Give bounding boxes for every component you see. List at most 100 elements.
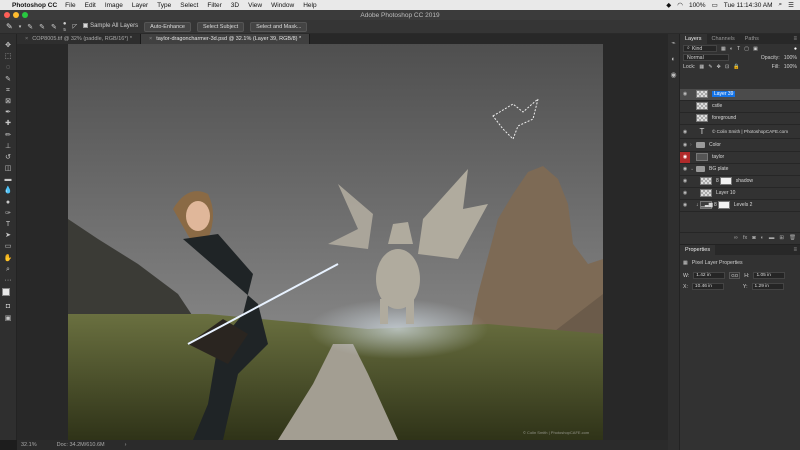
doc-size[interactable]: Doc: 34.2M/610.6M <box>57 442 105 448</box>
menu-file[interactable]: File <box>65 2 75 9</box>
new-adjustment-icon[interactable]: ◐ <box>761 235 764 241</box>
healing-brush-tool-icon[interactable]: ✚ <box>3 120 13 128</box>
fill-value[interactable]: 100% <box>784 64 797 70</box>
filter-toggle-icon[interactable]: ● <box>794 46 797 52</box>
select-subject-button[interactable]: Select Subject <box>196 21 245 32</box>
color-swatches[interactable] <box>2 288 14 301</box>
quick-mask-icon[interactable]: ◘ <box>3 303 13 311</box>
battery-icon[interactable]: ▭ <box>712 1 718 9</box>
link-layers-icon[interactable]: ∞ <box>734 235 738 241</box>
edit-toolbar-icon[interactable]: ··· <box>3 277 13 285</box>
layer-row-layer-10[interactable]: ◉ Layer 10 <box>680 188 800 200</box>
layer-row-taylor[interactable]: ◉ taylor <box>680 151 800 164</box>
minimize-window-button[interactable] <box>13 12 19 18</box>
blend-mode-dropdown[interactable]: Normal <box>683 54 729 61</box>
filter-kind-dropdown[interactable]: ⌕ Kind <box>683 45 717 52</box>
frame-tool-icon[interactable]: ⊠ <box>3 98 13 106</box>
marquee-tool-icon[interactable]: ⬚ <box>3 53 13 61</box>
fx-icon[interactable]: fx <box>743 235 747 241</box>
menu-help[interactable]: Help <box>303 2 316 9</box>
close-tab-icon[interactable]: × <box>25 36 28 42</box>
lasso-tool-icon[interactable]: ◌ <box>3 64 13 72</box>
close-tab-icon[interactable]: × <box>149 36 152 42</box>
adjustments-panel-icon[interactable]: ◐ <box>670 56 678 64</box>
layer-row-cstle[interactable]: cstle <box>680 101 800 113</box>
subtract-from-selection-icon[interactable]: ✎ <box>51 23 57 31</box>
layer-row-layer-39[interactable]: ◉ Layer 39 <box>680 89 800 101</box>
crop-tool-icon[interactable]: ⌗ <box>3 87 13 95</box>
new-group-icon[interactable]: ▬ <box>769 235 775 241</box>
visibility-eye-icon[interactable]: ◉ <box>680 129 690 135</box>
layer-name[interactable]: Layer 10 <box>716 190 735 196</box>
x-field[interactable]: 10.46 in <box>691 283 724 290</box>
visibility-eye-icon[interactable]: ◉ <box>680 166 690 172</box>
rectangle-tool-icon[interactable]: ▭ <box>3 243 13 251</box>
foreground-color-swatch[interactable] <box>2 288 10 297</box>
tab-layers[interactable]: Layers <box>680 34 707 44</box>
menu-window[interactable]: Window <box>271 2 294 9</box>
filter-pixel-icon[interactable]: ▦ <box>721 46 726 52</box>
visibility-eye-icon[interactable]: ◉ <box>680 91 690 97</box>
filter-smart-icon[interactable]: ▣ <box>753 46 758 52</box>
layer-name[interactable]: Color <box>709 142 721 148</box>
notification-center-icon[interactable]: ☰ <box>788 1 794 9</box>
dropbox-icon[interactable]: ◆ <box>666 1 671 9</box>
layer-name[interactable]: taylor <box>712 154 724 160</box>
layer-row-color-group[interactable]: ◉ › Color <box>680 140 800 152</box>
brush-tool-icon[interactable]: ✏ <box>3 132 13 140</box>
sample-all-layers-option[interactable]: Sample All Layers <box>83 23 138 30</box>
visibility-eye-icon[interactable]: ◉ <box>680 178 690 184</box>
add-mask-icon[interactable]: ◙ <box>752 235 755 241</box>
dodge-tool-icon[interactable]: ● <box>3 199 13 207</box>
panel-menu-icon[interactable]: ≡ <box>793 247 800 253</box>
layer-row-foreground[interactable]: foreground <box>680 113 800 125</box>
tab-properties[interactable]: Properties <box>680 245 716 255</box>
layer-name[interactable]: foreground <box>712 115 736 121</box>
angle-icon[interactable]: ◸ <box>72 23 77 30</box>
menu-layer[interactable]: Layer <box>132 2 148 9</box>
visibility-eye-icon[interactable]: ◉ <box>680 202 690 208</box>
tab-taylor-dragoncharmer[interactable]: × taylor-dragoncharmer-3d.psd @ 32.1% (La… <box>140 34 311 44</box>
eyedropper-tool-icon[interactable]: ✒ <box>3 109 13 117</box>
blur-tool-icon[interactable]: 💧 <box>3 187 13 195</box>
layer-name[interactable]: © Colin Smith | PhotoshopCAFE.com <box>712 129 788 134</box>
chain-link-icon[interactable]: 8 <box>714 202 717 208</box>
new-selection-icon[interactable]: ✎ <box>27 23 33 31</box>
layer-name[interactable]: cstle <box>712 103 722 109</box>
layer-mask-thumbnail[interactable] <box>717 201 730 210</box>
tab-channels[interactable]: Channels <box>707 34 740 44</box>
auto-enhance-button[interactable]: Auto-Enhance <box>144 21 191 32</box>
close-window-button[interactable] <box>4 12 10 18</box>
sample-all-layers-checkbox[interactable] <box>83 23 89 29</box>
tab-cop8005[interactable]: × COP8005.tif @ 32% (paddle, RGB/16*) * <box>17 34 141 44</box>
height-field[interactable]: 1.05 in <box>753 272 786 279</box>
layer-row-shadow[interactable]: ◉ 8 shadow <box>680 176 800 188</box>
wifi-icon[interactable]: ◠ <box>677 1 683 9</box>
preset-dropdown-icon[interactable]: ▾ <box>19 24 22 30</box>
filter-type-icon[interactable]: T <box>737 46 740 52</box>
clone-stamp-tool-icon[interactable]: ⊥ <box>3 143 13 151</box>
artwork-image[interactable]: © Colin Smith | PhotoshopCAFE.com <box>68 44 603 440</box>
quick-selection-tool-icon[interactable]: ✎ <box>3 76 13 84</box>
layer-row-levels-2[interactable]: ◉ ↓ ▁▃▆ 8 Levels 2 <box>680 200 800 212</box>
zoom-tool-icon[interactable]: ⌕ <box>3 266 13 274</box>
menu-view[interactable]: View <box>248 2 262 9</box>
clock[interactable]: Tue 11:14:30 AM <box>724 2 773 9</box>
layer-name[interactable]: BG plate <box>709 166 728 172</box>
status-menu-icon[interactable]: › <box>125 442 127 448</box>
history-brush-tool-icon[interactable]: ↺ <box>3 154 13 162</box>
layer-name[interactable]: Levels 2 <box>734 202 753 208</box>
add-to-selection-icon[interactable]: ✎ <box>39 23 45 31</box>
panel-menu-icon[interactable]: ≡ <box>793 36 800 42</box>
lock-position-icon[interactable]: ✥ <box>717 64 721 70</box>
layer-mask-thumbnail[interactable] <box>719 177 732 186</box>
new-layer-icon[interactable]: ⊞ <box>779 235 784 241</box>
filter-shape-icon[interactable]: ▢ <box>744 46 749 52</box>
opacity-value[interactable]: 100% <box>784 55 797 61</box>
visibility-eye-icon[interactable]: ◉ <box>680 151 690 163</box>
app-menu[interactable]: Photoshop CC <box>12 2 57 9</box>
lock-artboard-icon[interactable]: ⊡ <box>725 64 729 70</box>
menu-type[interactable]: Type <box>157 2 171 9</box>
type-tool-icon[interactable]: T <box>3 221 13 229</box>
lock-pixels-icon[interactable]: ▦ <box>699 64 704 70</box>
